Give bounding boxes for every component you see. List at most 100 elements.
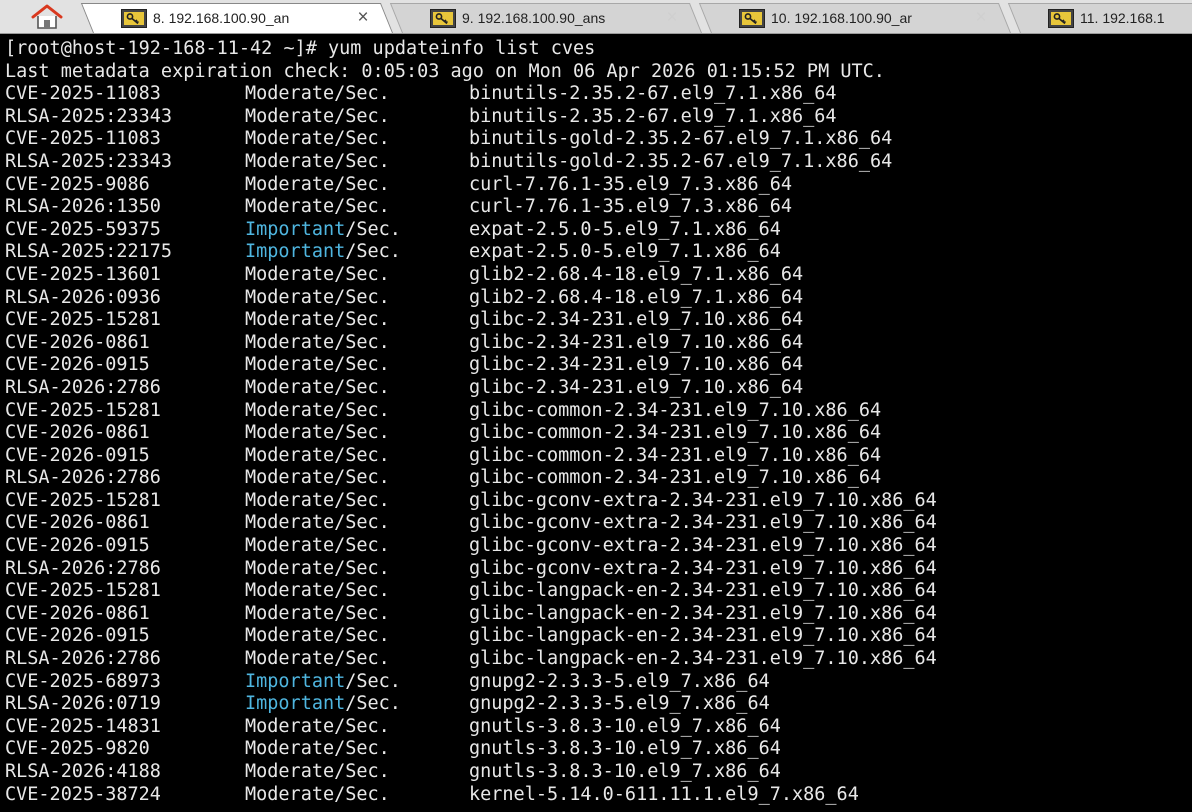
severity-suffix: /Sec.	[334, 286, 390, 308]
severity-suffix: /Sec.	[334, 444, 390, 466]
cve-entry-row: RLSA-2026:1350 Moderate/Sec. curl-7.76.1-3…	[5, 196, 1192, 219]
advisory-id: RLSA-2026:1350	[5, 196, 161, 218]
severity-level: Moderate	[245, 580, 335, 602]
package-name: gnupg2-2.3.3-5.el9_7.x86_64	[469, 670, 770, 692]
package-name: glibc-langpack-en-2.34-231.el9_7.10.x86_…	[469, 648, 937, 670]
package-name: glibc-2.34-231.el9_7.10.x86_64	[469, 354, 804, 376]
close-icon[interactable]: ×	[353, 8, 373, 28]
home-button[interactable]	[22, 2, 72, 32]
severity-level: Important	[245, 670, 346, 692]
tab-session-4[interactable]: 11. 192.168.1	[1007, 3, 1192, 33]
cve-entry-row: CVE-2026-0861 Moderate/Sec. glibc-gconv-ex…	[5, 512, 1192, 535]
severity-suffix: /Sec.	[334, 376, 390, 398]
severity-suffix: /Sec.	[334, 173, 390, 195]
severity-suffix: /Sec.	[345, 241, 401, 263]
advisory-id: CVE-2025-38724	[5, 783, 161, 805]
severity-level: Moderate	[245, 557, 335, 579]
tab-label: 10. 192.168.100.90_ar	[771, 10, 912, 26]
cve-entry-row: CVE-2025-59375 Important/Sec. expat-2.5.0-…	[5, 219, 1192, 242]
advisory-id: CVE-2025-15281	[5, 399, 161, 421]
cve-entry-row: CVE-2025-15281 Moderate/Sec. glibc-common-…	[5, 400, 1192, 423]
severity: Important/Sec.	[245, 241, 469, 264]
terminal-prompt-line: [root@host-192-168-11-42 ~]# yum updatei…	[5, 38, 596, 59]
package-name: glib2-2.68.4-18.el9_7.1.x86_64	[469, 263, 804, 285]
package-name: gnutls-3.8.3-10.el9_7.x86_64	[469, 738, 781, 760]
package-name: glibc-common-2.34-231.el9_7.10.x86_64	[469, 444, 882, 466]
severity-suffix: /Sec.	[334, 422, 390, 444]
tab-session-1[interactable]: 8. 192.168.100.90_an ×	[80, 3, 393, 33]
severity-level: Moderate	[245, 783, 335, 805]
severity-suffix: /Sec.	[334, 83, 390, 105]
advisory-id: CVE-2025-9820	[5, 738, 150, 760]
severity: Moderate/Sec.	[245, 535, 469, 558]
close-icon[interactable]: ×	[971, 8, 991, 28]
tab-session-2[interactable]: 9. 192.168.100.90_ans ×	[389, 3, 702, 33]
cve-entry-row: CVE-2025-38724 Moderate/Sec. kernel-5.14.0…	[5, 784, 1192, 807]
severity: Moderate/Sec.	[245, 309, 469, 332]
severity: Moderate/Sec.	[245, 512, 469, 535]
advisory-id: CVE-2025-59375	[5, 218, 161, 240]
advisory-id: RLSA-2026:2786	[5, 467, 161, 489]
severity: Moderate/Sec.	[245, 332, 469, 355]
severity-suffix: /Sec.	[334, 580, 390, 602]
severity-suffix: /Sec.	[334, 331, 390, 353]
close-icon[interactable]: ×	[662, 8, 682, 28]
severity-level: Moderate	[245, 648, 335, 670]
severity-suffix: /Sec.	[334, 535, 390, 557]
severity: Moderate/Sec.	[245, 467, 469, 490]
severity: Moderate/Sec.	[245, 603, 469, 626]
package-name: glibc-langpack-en-2.34-231.el9_7.10.x86_…	[469, 602, 937, 624]
package-name: curl-7.76.1-35.el9_7.3.x86_64	[469, 173, 793, 195]
cve-entry-row: CVE-2026-0861 Moderate/Sec. glibc-langpack…	[5, 603, 1192, 626]
advisory-id: CVE-2026-0915	[5, 625, 150, 647]
severity-level: Moderate	[245, 444, 335, 466]
advisory-id: CVE-2026-0915	[5, 354, 150, 376]
severity-level: Moderate	[245, 309, 335, 331]
cve-entry-row: RLSA-2026:2786 Moderate/Sec. glibc-gconv-e…	[5, 558, 1192, 581]
package-name: gnutls-3.8.3-10.el9_7.x86_64	[469, 715, 781, 737]
cve-entry-row: RLSA-2025:22175 Important/Sec. expat-2.5.0…	[5, 241, 1192, 264]
package-name: glibc-2.34-231.el9_7.10.x86_64	[469, 309, 804, 331]
home-icon	[31, 4, 63, 29]
advisory-id: CVE-2026-0861	[5, 331, 150, 353]
severity-suffix: /Sec.	[334, 512, 390, 534]
severity: Moderate/Sec.	[245, 558, 469, 581]
package-name: kernel-5.14.0-611.11.1.el9_7.x86_64	[469, 783, 859, 805]
severity: Moderate/Sec.	[245, 196, 469, 219]
advisory-id: RLSA-2026:0936	[5, 286, 161, 308]
tab-session-3[interactable]: 10. 192.168.100.90_ar ×	[698, 3, 1011, 33]
severity: Moderate/Sec.	[245, 354, 469, 377]
cve-entry-row: CVE-2026-0915 Moderate/Sec. glibc-2.34-231…	[5, 354, 1192, 377]
key-icon	[739, 8, 765, 28]
severity-suffix: /Sec.	[334, 489, 390, 511]
cve-entry-row: CVE-2025-68973 Important/Sec. gnupg2-2.3.3…	[5, 671, 1192, 694]
severity-level: Moderate	[245, 263, 335, 285]
terminal-metadata-line: Last metadata expiration check: 0:05:03 …	[5, 60, 885, 82]
advisory-id: CVE-2025-9086	[5, 173, 150, 195]
advisory-id: CVE-2025-15281	[5, 580, 161, 602]
advisory-id: CVE-2026-0861	[5, 602, 150, 624]
tab-label: 8. 192.168.100.90_an	[153, 10, 290, 26]
severity: Moderate/Sec.	[245, 287, 469, 310]
severity-suffix: /Sec.	[334, 648, 390, 670]
advisory-id: CVE-2026-0915	[5, 444, 150, 466]
severity: Moderate/Sec.	[245, 106, 469, 129]
severity-suffix: /Sec.	[334, 602, 390, 624]
severity: Important/Sec.	[245, 671, 469, 694]
severity-suffix: /Sec.	[334, 738, 390, 760]
terminal-output[interactable]: [root@host-192-168-11-42 ~]# yum updatei…	[0, 34, 1192, 812]
severity-level: Moderate	[245, 196, 335, 218]
advisory-id: RLSA-2025:22175	[5, 241, 173, 263]
package-name: glib2-2.68.4-18.el9_7.1.x86_64	[469, 286, 804, 308]
cve-entry-row: RLSA-2026:0719 Important/Sec. gnupg2-2.3.3…	[5, 693, 1192, 716]
cve-entry-row: CVE-2026-0861 Moderate/Sec. glibc-2.34-231…	[5, 332, 1192, 355]
package-name: glibc-gconv-extra-2.34-231.el9_7.10.x86_…	[469, 557, 937, 579]
advisory-id: RLSA-2026:0719	[5, 693, 161, 715]
cve-entry-row: CVE-2025-11083 Moderate/Sec. binutils-gold…	[5, 128, 1192, 151]
tab-label: 11. 192.168.1	[1080, 10, 1165, 26]
severity-suffix: /Sec.	[334, 715, 390, 737]
severity-level: Moderate	[245, 602, 335, 624]
cve-entry-row: RLSA-2025:23343 Moderate/Sec. binutils-2.3…	[5, 106, 1192, 129]
cve-entry-row: CVE-2025-9086 Moderate/Sec. curl-7.76.1-35…	[5, 174, 1192, 197]
severity-level: Moderate	[245, 422, 335, 444]
